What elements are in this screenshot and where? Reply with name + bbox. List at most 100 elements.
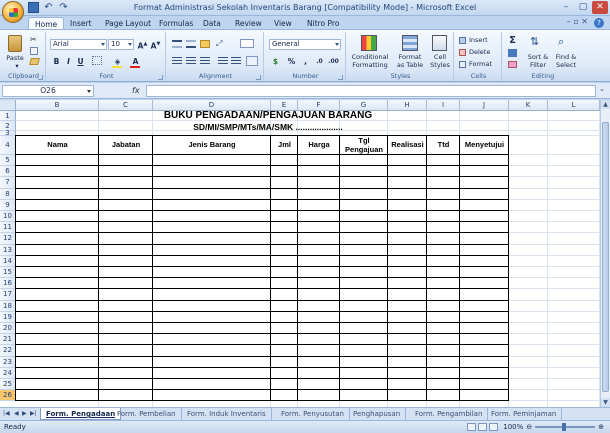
merge-center-icon[interactable] <box>246 56 258 66</box>
row-header[interactable]: 14 <box>0 255 16 267</box>
scroll-thumb[interactable] <box>602 122 609 392</box>
currency-icon[interactable]: $ <box>270 56 281 67</box>
column-header[interactable]: B <box>16 100 99 111</box>
format-cells-button[interactable]: Format <box>469 60 492 68</box>
row-header[interactable]: 26 <box>0 390 16 402</box>
shrink-font-icon[interactable]: A▼ <box>150 39 161 51</box>
next-sheet-icon[interactable]: ▶ <box>22 410 27 417</box>
close-button[interactable]: ✕ <box>592 1 608 14</box>
row-header[interactable]: 16 <box>0 278 16 290</box>
fill-icon[interactable] <box>508 49 517 57</box>
row-header[interactable]: 1 <box>0 111 16 121</box>
align-left-icon[interactable] <box>172 57 182 65</box>
increase-decimal-icon[interactable]: .0 <box>314 56 325 67</box>
format-cells-icon[interactable] <box>459 61 466 68</box>
italic-icon[interactable]: I <box>63 56 74 67</box>
help-icon[interactable]: ? <box>594 18 604 28</box>
font-size-combo[interactable]: 10 <box>108 39 134 50</box>
page-layout-view-icon[interactable] <box>478 423 487 431</box>
delete-cells-icon[interactable] <box>459 49 466 56</box>
row-header[interactable]: 22 <box>0 345 16 357</box>
maximize-button[interactable]: ▢ <box>575 1 591 14</box>
row-header[interactable]: 25 <box>0 379 16 391</box>
row-header[interactable]: 5 <box>0 155 16 167</box>
sort-filter-button[interactable]: Sort & Filter <box>524 53 552 69</box>
conditional-formatting-icon[interactable] <box>361 35 377 51</box>
scroll-down-icon[interactable]: ▼ <box>601 398 610 407</box>
row-header[interactable]: 23 <box>0 356 16 368</box>
row-header[interactable]: 4 <box>0 136 16 155</box>
copy-icon[interactable] <box>30 47 38 55</box>
align-bottom-icon[interactable] <box>200 40 210 48</box>
insert-function-button[interactable]: fx <box>132 86 140 95</box>
vertical-scrollbar[interactable]: ▲ ▼ <box>600 100 610 407</box>
row-header[interactable]: 19 <box>0 311 16 323</box>
number-dialog-icon[interactable] <box>338 75 343 80</box>
prev-sheet-icon[interactable]: ◀ <box>14 410 19 417</box>
alignment-dialog-icon[interactable] <box>256 75 261 80</box>
scroll-up-icon[interactable]: ▲ <box>601 100 610 109</box>
zoom-in-icon[interactable]: ⊕ <box>598 423 604 431</box>
row-header[interactable]: 15 <box>0 267 16 279</box>
office-button[interactable] <box>2 1 24 23</box>
row-header[interactable]: 9 <box>0 199 16 211</box>
sheet-tab-form-pengadaan[interactable]: Form. Pengadaan <box>40 408 122 420</box>
sheet-tab-form-pengambilan[interactable]: Form. Pengambilan <box>410 408 489 420</box>
last-sheet-icon[interactable]: ▶| <box>30 410 37 417</box>
increase-indent-icon[interactable] <box>231 57 241 65</box>
first-sheet-icon[interactable]: |◀ <box>3 410 10 417</box>
insert-cells-button[interactable]: Insert <box>469 36 488 44</box>
align-top-icon[interactable] <box>172 40 182 48</box>
row-header[interactable]: 21 <box>0 334 16 346</box>
worksheet-grid[interactable]: B C D E F G H I J K L 1 2 3 4 5 6 7 8 9 10 11 12 13 14 15 16 17 18 19… <box>0 100 600 407</box>
sheet-tab-form-penyusutan[interactable]: Form. Penyusutan <box>276 408 350 420</box>
orientation-icon[interactable]: ⤢ <box>216 39 230 48</box>
cell-styles-button[interactable]: Cell Styles <box>426 53 454 69</box>
row-header[interactable]: 12 <box>0 233 16 245</box>
minimize-button[interactable]: – <box>558 1 574 14</box>
row-header[interactable]: 24 <box>0 367 16 379</box>
row-header[interactable]: 18 <box>0 300 16 312</box>
page-break-view-icon[interactable] <box>489 423 498 431</box>
cut-icon[interactable]: ✂ <box>30 36 38 44</box>
sort-filter-icon[interactable]: ⇅ <box>530 35 544 52</box>
sheet-tab-penghapusan[interactable]: Penghapusan <box>348 408 407 420</box>
row-header[interactable]: 10 <box>0 211 16 223</box>
sheet-tab-form-pembelian[interactable]: Form. Pembelian <box>112 408 182 420</box>
align-center-icon[interactable] <box>186 57 196 65</box>
paste-label[interactable]: Paste <box>4 54 26 62</box>
row-header[interactable]: 20 <box>0 323 16 335</box>
row-header[interactable]: 7 <box>0 177 16 189</box>
row-header[interactable]: 8 <box>0 188 16 200</box>
row-header[interactable]: 6 <box>0 166 16 178</box>
normal-view-icon[interactable] <box>467 423 476 431</box>
zoom-slider[interactable] <box>535 423 596 431</box>
column-header[interactable]: J <box>460 100 509 111</box>
number-format-combo[interactable]: General <box>269 39 341 50</box>
paste-icon[interactable] <box>8 35 22 52</box>
conditional-formatting-button[interactable]: Conditional Formatting <box>350 53 390 69</box>
font-name-combo[interactable]: Arial <box>50 39 107 50</box>
find-select-button[interactable]: Find & Select <box>552 53 580 69</box>
column-header[interactable]: K <box>509 100 548 111</box>
bold-icon[interactable]: B <box>51 56 62 67</box>
expand-formula-bar-icon[interactable]: ⌄ <box>599 85 607 97</box>
align-right-icon[interactable] <box>200 57 210 65</box>
paste-dropdown-icon[interactable]: ▾ <box>6 62 28 70</box>
formula-input[interactable] <box>146 85 596 97</box>
decrease-decimal-icon[interactable]: .00 <box>328 56 339 67</box>
name-box[interactable]: O26 <box>2 85 94 97</box>
format-painter-icon[interactable] <box>29 58 40 65</box>
ribbon-minimize-icon[interactable]: – ▫ ✕ <box>567 17 588 26</box>
comma-style-icon[interactable]: , <box>300 56 311 67</box>
borders-icon[interactable] <box>92 56 102 65</box>
font-dialog-icon[interactable] <box>158 75 163 80</box>
insert-cells-icon[interactable] <box>459 37 466 44</box>
find-select-icon[interactable]: ⌕ <box>558 35 572 51</box>
percent-icon[interactable]: % <box>286 56 297 67</box>
row-header[interactable]: 13 <box>0 244 16 256</box>
autosum-icon[interactable]: Σ <box>507 35 518 46</box>
align-middle-icon[interactable] <box>186 40 196 48</box>
row-header[interactable]: 17 <box>0 289 16 301</box>
wrap-text-icon[interactable] <box>240 39 254 48</box>
